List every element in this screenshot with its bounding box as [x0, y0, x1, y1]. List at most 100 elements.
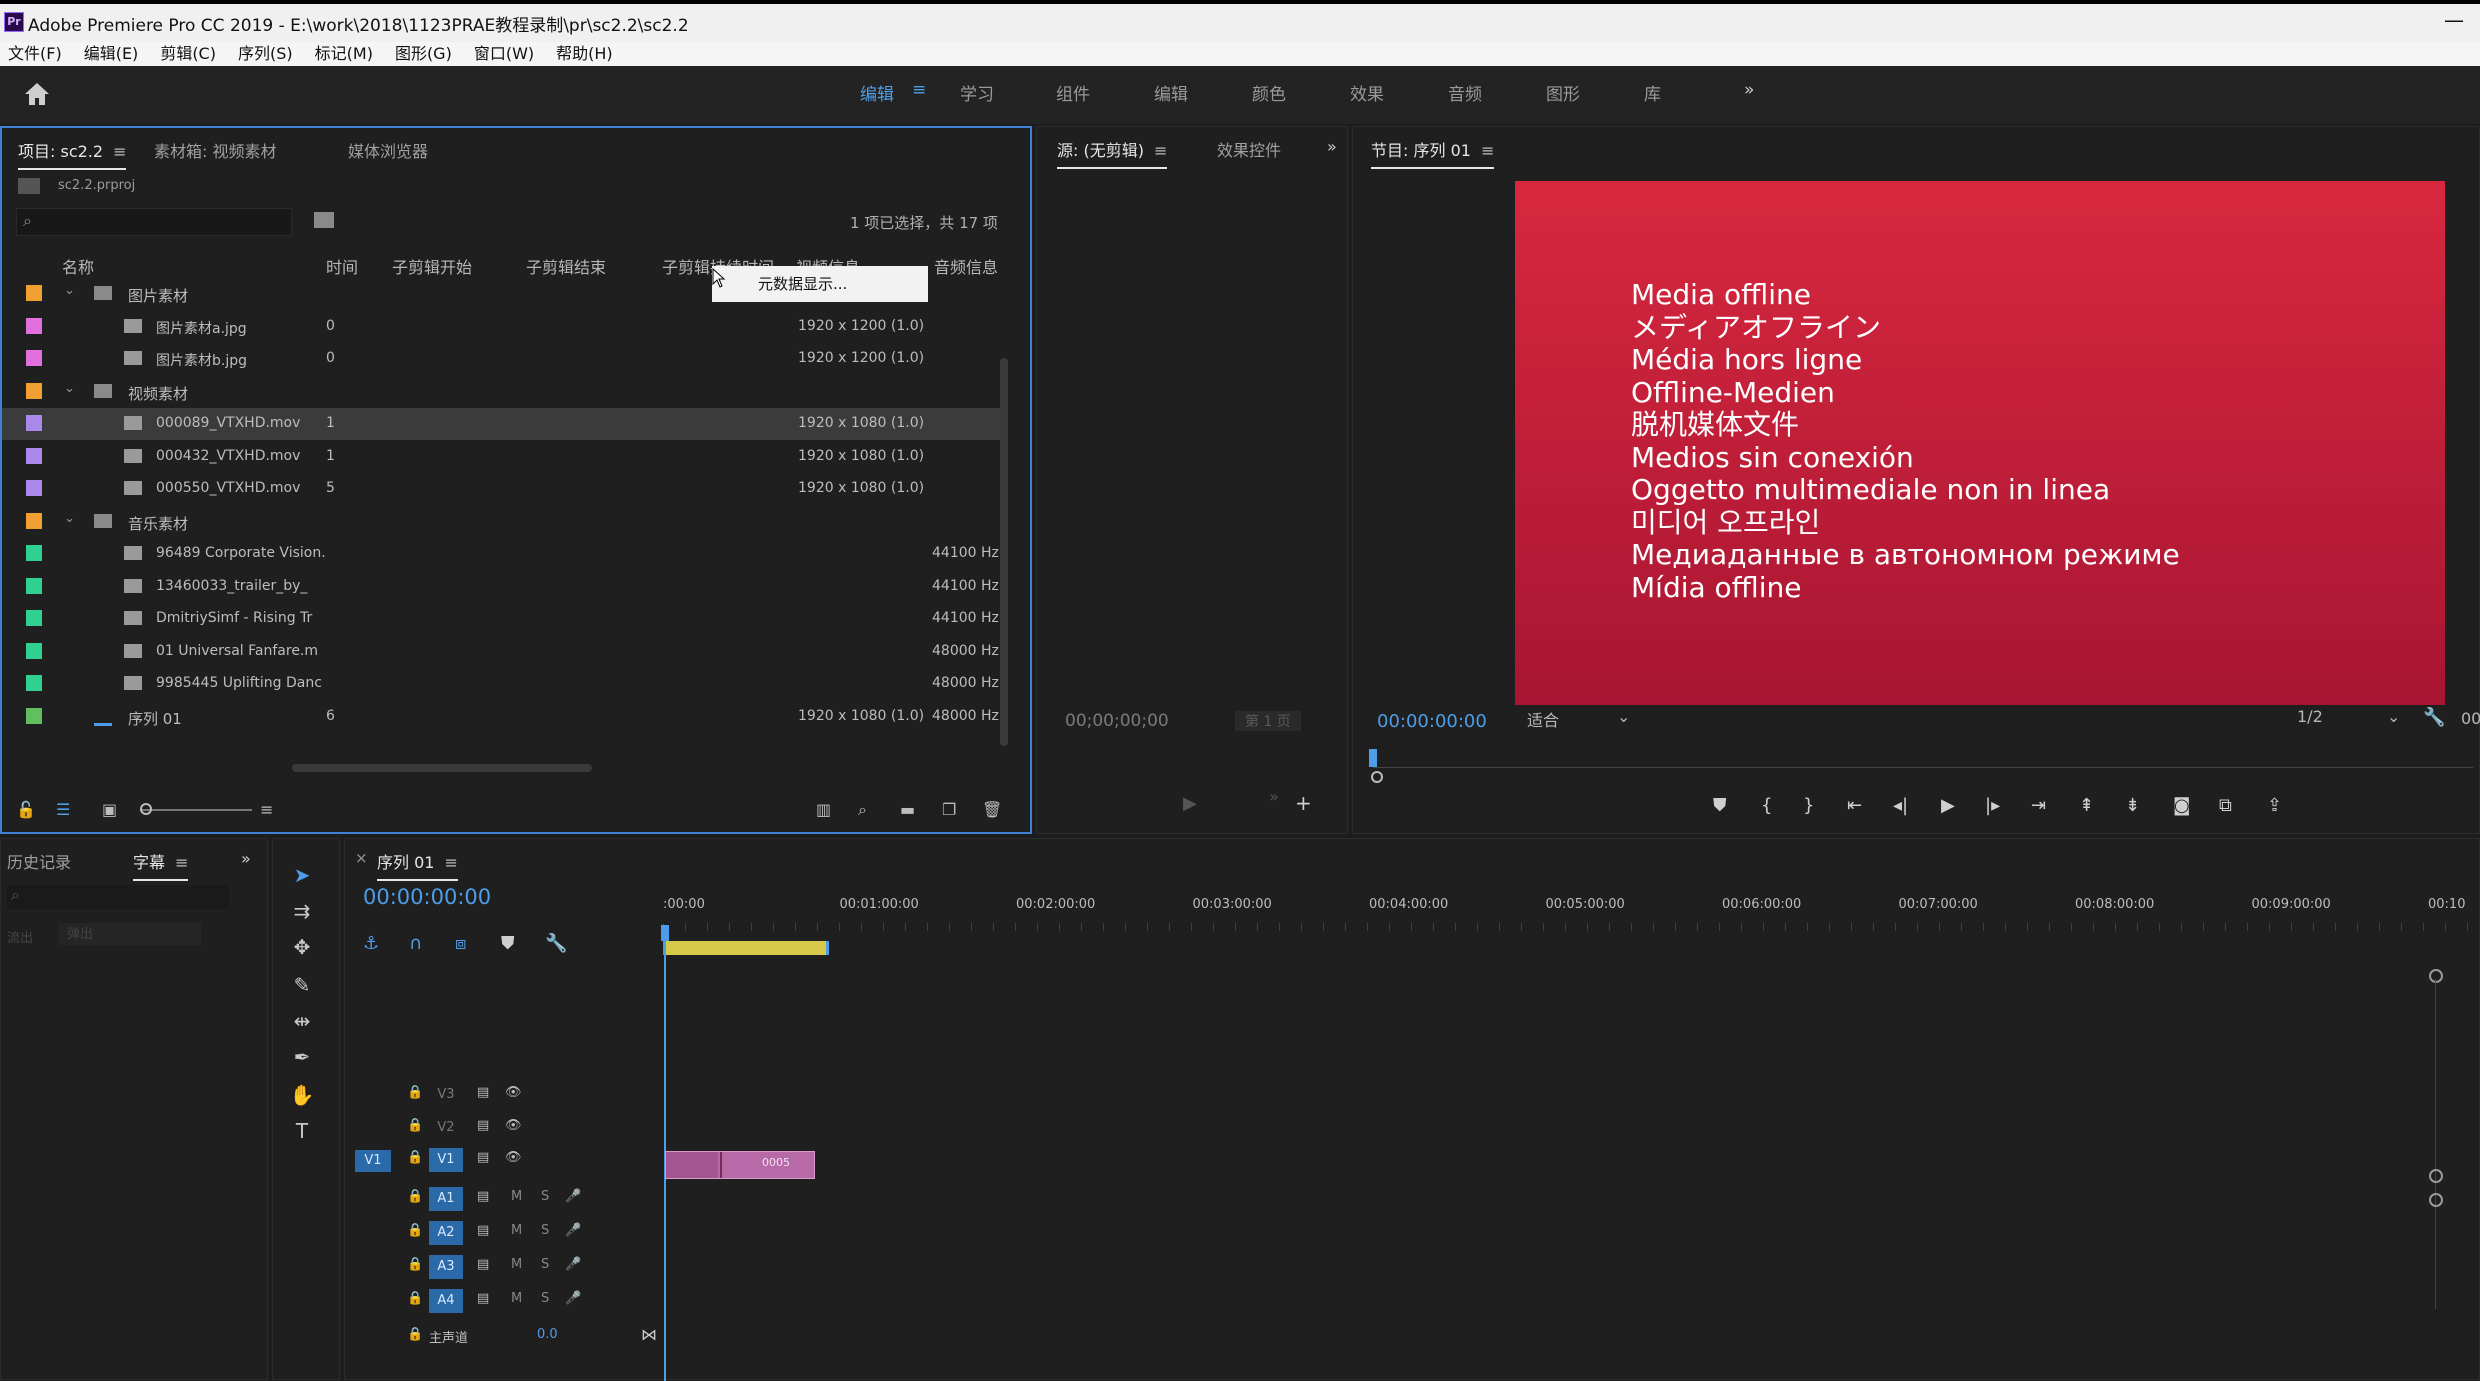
solo-icon[interactable]: S	[541, 1223, 549, 1238]
zoom-slider-handle[interactable]	[140, 803, 152, 815]
project-item-row[interactable]: 13460033_trailer_by_ 44100 Hz	[2, 571, 1002, 603]
more-panels-icon[interactable]: »	[241, 849, 251, 868]
track-label[interactable]: V3	[429, 1083, 463, 1107]
project-item-row[interactable]: 000089_VTXHD.mov 1 1920 x 1080 (1.0)	[2, 408, 1002, 440]
razor-tool-icon[interactable]: ✎	[287, 973, 317, 1003]
project-item-row[interactable]: 图片素材a.jpg 0 1920 x 1200 (1.0)	[2, 311, 1002, 343]
lock-icon[interactable]: 🔒	[407, 1150, 423, 1165]
snap-icon[interactable]: ∩	[409, 933, 422, 954]
menu-help[interactable]: 帮助(H)	[556, 42, 613, 66]
tab-history[interactable]: 历史记录	[7, 849, 71, 873]
sort-icons-icon[interactable]: ≡	[260, 800, 273, 819]
lock-icon[interactable]: 🔒	[407, 1257, 423, 1272]
sequence-row[interactable]: 序列 01 6 1920 x 1080 (1.0) 48000 Hz	[2, 701, 1002, 733]
menu-window[interactable]: 窗口(W)	[474, 42, 534, 66]
sync-lock-icon[interactable]: ▤	[477, 1189, 489, 1204]
menu-clip[interactable]: 剪辑(C)	[160, 42, 216, 66]
vertical-scrollbar[interactable]	[1000, 358, 1008, 746]
voiceover-icon[interactable]: 🎤	[565, 1257, 581, 1272]
lock-icon[interactable]: 🔒	[407, 1327, 423, 1342]
resolution-dropdown[interactable]: 1/2 ⌄	[2297, 707, 2407, 733]
track-label[interactable]: A4	[429, 1289, 463, 1313]
fit-dropdown[interactable]: 适合 ⌄	[1527, 707, 1637, 733]
label-color-swatch[interactable]	[26, 382, 42, 399]
more-tabs-icon[interactable]: »	[1327, 137, 1337, 156]
track-label[interactable]: V1	[429, 1148, 463, 1172]
mute-icon[interactable]: M	[511, 1223, 522, 1238]
chevron-down-icon[interactable]: ⌄	[64, 511, 75, 526]
label-color-swatch[interactable]	[26, 545, 42, 561]
solo-icon[interactable]: S	[541, 1257, 549, 1272]
tab-source[interactable]: 源: (无剪辑) ≡	[1057, 137, 1168, 169]
captions-dropdown[interactable]: 弹出	[59, 923, 201, 945]
label-color-swatch[interactable]	[26, 642, 42, 659]
column-subclip-end[interactable]: 子剪辑结束	[526, 254, 606, 278]
project-item-row[interactable]: 96489 Corporate Vision. 44100 Hz	[2, 538, 1002, 570]
close-sequence-icon[interactable]: ×	[355, 849, 368, 867]
mark-out-icon[interactable]: }	[1803, 795, 1814, 816]
solo-icon[interactable]: S	[541, 1189, 549, 1204]
metadata-display-tooltip[interactable]: 元数据显示...	[712, 266, 928, 302]
label-color-swatch[interactable]	[26, 447, 42, 464]
sync-lock-icon[interactable]: ▤	[477, 1223, 489, 1238]
label-color-swatch[interactable]	[26, 285, 42, 301]
play-icon[interactable]: ▶	[1941, 795, 1955, 816]
program-zoom-handle[interactable]	[1371, 771, 1383, 783]
linked-selection-icon[interactable]: ⧈	[455, 933, 466, 954]
type-tool-icon[interactable]: T	[287, 1119, 317, 1149]
new-item-icon[interactable]: ❐	[942, 800, 956, 819]
eye-icon[interactable]: 👁	[505, 1150, 522, 1165]
slip-tool-icon[interactable]: ⇹	[287, 1009, 317, 1039]
workspace-graphics[interactable]: 图形	[1546, 80, 1580, 105]
voiceover-icon[interactable]: 🎤	[565, 1291, 581, 1306]
go-to-in-icon[interactable]: ⇤	[1847, 795, 1862, 816]
voiceover-icon[interactable]: 🎤	[565, 1223, 581, 1238]
mute-icon[interactable]: M	[511, 1257, 522, 1272]
label-color-swatch[interactable]	[26, 707, 42, 724]
add-marker-icon[interactable]: ⛊	[1713, 795, 1727, 816]
label-color-swatch[interactable]	[26, 415, 42, 431]
clear-icon[interactable]: 🗑	[982, 800, 1002, 819]
source-add-button-icon[interactable]: +	[1295, 791, 1312, 815]
lock-icon[interactable]: 🔒	[407, 1223, 423, 1238]
vertical-scrollbar-track[interactable]	[2435, 979, 2436, 1309]
label-color-swatch[interactable]	[26, 317, 42, 334]
column-subclip-start[interactable]: 子剪辑开始	[392, 254, 472, 278]
project-item-row[interactable]: 9985445 Uplifting Danc 48000 Hz	[2, 668, 1002, 700]
horizontal-scrollbar[interactable]	[292, 764, 592, 772]
track-label[interactable]: A2	[429, 1221, 463, 1245]
automate-to-sequence-icon[interactable]: ▥	[816, 800, 831, 819]
source-timecode[interactable]: 00;00;00;00	[1065, 711, 1169, 731]
lift-icon[interactable]: ⇞	[2079, 795, 2094, 816]
selection-tool-icon[interactable]: ➤	[287, 863, 317, 893]
source-menu-icon[interactable]: ≡	[1154, 141, 1167, 160]
new-bin-from-search-icon[interactable]	[314, 212, 334, 228]
tab-sequence[interactable]: 序列 01 ≡	[377, 849, 458, 881]
program-timecode[interactable]: 00:00:00:00	[1377, 711, 1487, 732]
track-label[interactable]: V2	[429, 1116, 463, 1140]
workspace-color[interactable]: 颜色	[1252, 80, 1286, 105]
master-toggle-icon[interactable]: ⋈	[641, 1325, 657, 1344]
eye-icon[interactable]: 👁	[505, 1118, 522, 1133]
eye-icon[interactable]: 👁	[505, 1085, 522, 1100]
label-color-swatch[interactable]	[26, 675, 42, 691]
workspace-editing-2[interactable]: 编辑	[1154, 80, 1188, 105]
captions-menu-icon[interactable]: ≡	[175, 853, 188, 872]
track-label[interactable]: A3	[429, 1255, 463, 1279]
source-more-icon[interactable]: »	[1269, 787, 1279, 806]
tab-bin[interactable]: 素材箱: 视频素材	[154, 138, 276, 162]
lock-icon[interactable]: 🔒	[407, 1118, 423, 1133]
column-time[interactable]: 时间	[326, 254, 358, 278]
vertical-zoom-handle-top[interactable]	[2429, 969, 2443, 983]
master-volume-value[interactable]: 0.0	[537, 1327, 558, 1342]
workspace-effects[interactable]: 效果	[1350, 80, 1384, 105]
bin-row[interactable]: ⌄ 音乐素材	[2, 506, 1002, 538]
wrench-icon[interactable]: 🔧	[2423, 707, 2445, 728]
column-name[interactable]: 名称	[62, 254, 94, 278]
sync-lock-icon[interactable]: ▤	[477, 1291, 489, 1306]
pen-tool-icon[interactable]: ✒	[287, 1045, 317, 1075]
sync-lock-icon[interactable]: ▤	[477, 1150, 489, 1165]
new-bin-icon[interactable]: ▬	[900, 800, 915, 819]
hand-tool-icon[interactable]: ✋	[287, 1083, 317, 1113]
mute-icon[interactable]: M	[511, 1189, 522, 1204]
